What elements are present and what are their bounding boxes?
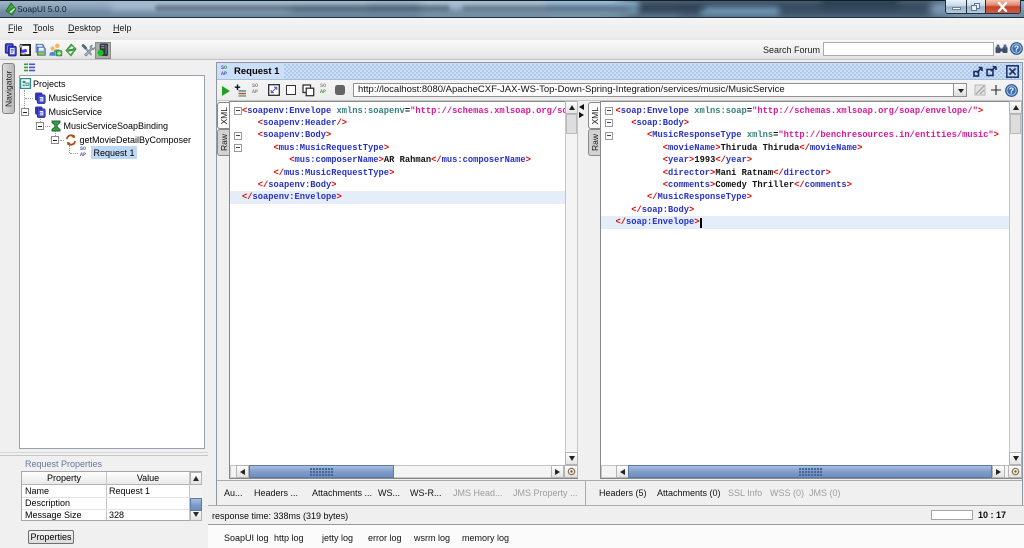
svg-text:?: ? — [1009, 85, 1014, 95]
svg-text:?: ? — [1014, 43, 1019, 53]
